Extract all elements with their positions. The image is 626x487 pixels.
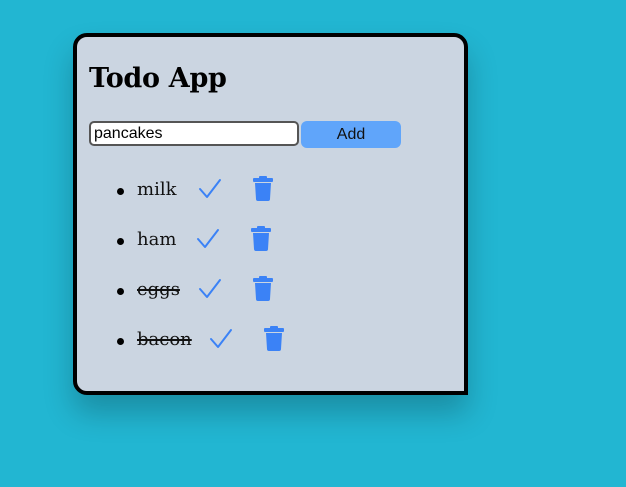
todo-text: eggs bbox=[137, 279, 180, 300]
complete-button[interactable] bbox=[197, 274, 223, 302]
delete-button[interactable] bbox=[248, 224, 274, 252]
trash-icon bbox=[253, 276, 273, 301]
bullet bbox=[117, 188, 124, 195]
todo-input[interactable] bbox=[89, 121, 299, 146]
delete-button[interactable] bbox=[250, 174, 276, 202]
todo-text: ham bbox=[137, 229, 177, 250]
complete-button[interactable] bbox=[195, 224, 221, 252]
complete-button[interactable] bbox=[197, 174, 223, 202]
app-title: Todo App bbox=[89, 63, 227, 94]
delete-button[interactable] bbox=[250, 274, 276, 302]
check-icon bbox=[197, 229, 219, 248]
todo-text: milk bbox=[137, 179, 177, 200]
bullet bbox=[117, 238, 124, 245]
trash-icon bbox=[251, 226, 271, 251]
check-icon bbox=[210, 329, 232, 348]
check-icon bbox=[199, 179, 221, 198]
check-icon bbox=[199, 279, 221, 298]
todo-text: bacon bbox=[137, 329, 192, 350]
delete-button[interactable] bbox=[261, 324, 287, 352]
complete-button[interactable] bbox=[208, 324, 234, 352]
todo-card: Todo App Add milk ham bbox=[73, 33, 468, 395]
bullet bbox=[117, 338, 124, 345]
add-button[interactable]: Add bbox=[301, 121, 401, 148]
bullet bbox=[117, 288, 124, 295]
trash-icon bbox=[264, 326, 284, 351]
trash-icon bbox=[253, 176, 273, 201]
